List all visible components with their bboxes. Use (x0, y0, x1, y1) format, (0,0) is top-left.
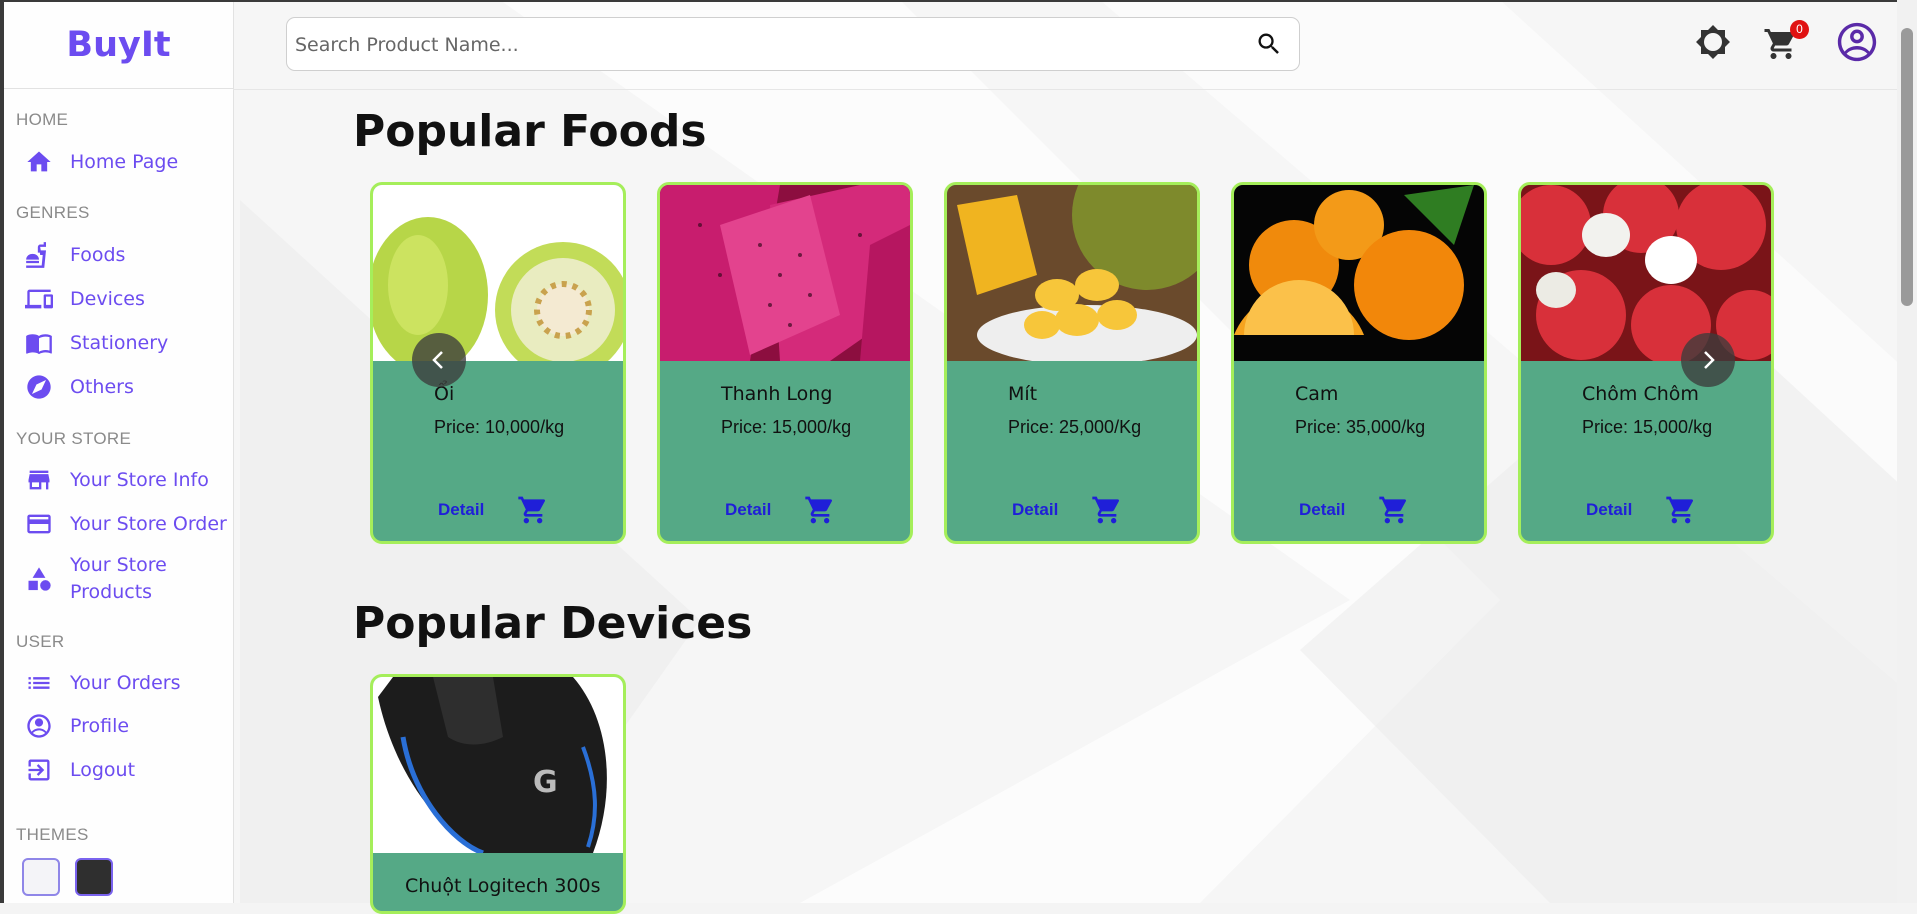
sidebar-item-logout[interactable]: Logout (24, 755, 135, 785)
theme-swatch-dark[interactable] (75, 858, 113, 896)
window-frame-left (0, 0, 4, 903)
search-bar (286, 17, 1300, 71)
vertical-scrollbar[interactable] (1897, 0, 1917, 903)
product-card[interactable]: Thanh Long Price: 15,000/kg Detail (657, 182, 913, 544)
sidebar-item-label: Others (70, 375, 134, 398)
product-price: Price: 15,000/kg (721, 417, 852, 437)
sidebar-item-devices[interactable]: Devices (24, 284, 145, 314)
sidebar: BuyIt HOME Home Page GENRES Foods Device… (4, 2, 234, 903)
section-title-home: HOME (16, 110, 69, 129)
add-to-cart-icon[interactable] (804, 494, 836, 526)
chevron-right-icon (1704, 351, 1715, 369)
sidebar-item-label: Your Orders (70, 671, 181, 694)
section-title-popular-foods: Popular Foods (353, 106, 707, 157)
detail-link[interactable]: Detail (725, 500, 771, 520)
product-price: Price: 25,000/Kg (1008, 417, 1142, 437)
sidebar-item-label: Your Store Order (70, 512, 227, 535)
sidebar-item-label: Logout (70, 758, 136, 781)
product-card[interactable]: Cam Price: 35,000/kg Detail (1231, 182, 1487, 544)
sidebar-item-stationery[interactable]: Stationery (24, 328, 168, 358)
sidebar-item-label: Devices (70, 287, 145, 310)
account-circle-icon[interactable] (1834, 19, 1880, 65)
logout-icon (24, 755, 54, 785)
product-name: Mít (1008, 383, 1038, 405)
search-icon[interactable] (1255, 30, 1283, 58)
cart-count-badge: 0 (1790, 20, 1809, 39)
sidebar-item-home-page[interactable]: Home Page (24, 147, 178, 177)
product-image-rambutan[interactable] (1521, 185, 1771, 361)
section-title-genres: GENRES (16, 203, 90, 222)
product-image-mouse[interactable]: G (373, 677, 623, 853)
detail-link[interactable]: Detail (1299, 500, 1345, 520)
product-price: Price: 35,000/kg (1295, 417, 1426, 437)
section-title-user: USER (16, 632, 65, 651)
section-title-themes: THEMES (16, 825, 89, 844)
credit-card-icon (24, 509, 54, 539)
sidebar-item-your-store-order[interactable]: Your Store Order (24, 509, 227, 539)
scrollbar-thumb[interactable] (1901, 28, 1913, 306)
sidebar-item-label: Your Store Info (70, 468, 209, 491)
product-card[interactable]: Chôm Chôm Price: 15,000/kg Detail (1518, 182, 1774, 544)
header-divider (233, 89, 1897, 90)
compass-icon (24, 372, 54, 402)
detail-link[interactable]: Detail (438, 500, 484, 520)
sidebar-item-label: Stationery (70, 331, 169, 354)
sidebar-item-your-store-info[interactable]: Your Store Info (24, 465, 209, 495)
product-price: Price: 15,000/kg (1582, 417, 1713, 437)
product-card[interactable]: Mít Price: 25,000/Kg Detail (944, 182, 1200, 544)
account-circle-icon (24, 711, 54, 741)
add-to-cart-icon[interactable] (517, 494, 549, 526)
svg-text:G: G (533, 765, 558, 800)
brightness-icon[interactable] (1695, 24, 1731, 60)
product-image-guava[interactable] (373, 185, 623, 361)
sidebar-item-profile[interactable]: Profile (24, 711, 129, 741)
window-frame-top (0, 0, 1917, 2)
search-input[interactable] (293, 28, 1237, 62)
product-name: Thanh Long (721, 383, 833, 405)
sidebar-item-others[interactable]: Others (24, 372, 134, 402)
detail-link[interactable]: Detail (1012, 500, 1058, 520)
devices-icon (24, 284, 54, 314)
chevron-left-icon (432, 351, 443, 369)
product-name: Chuột Logitech 300s (405, 875, 601, 897)
add-to-cart-icon[interactable] (1378, 494, 1410, 526)
section-title-your-store: YOUR STORE (16, 429, 132, 448)
home-icon (24, 147, 54, 177)
detail-link[interactable]: Detail (1586, 500, 1632, 520)
sidebar-item-label: Home Page (70, 150, 179, 173)
add-to-cart-icon[interactable] (1091, 494, 1123, 526)
product-image-orange[interactable] (1234, 185, 1484, 361)
list-icon (24, 668, 54, 698)
sidebar-item-label: Profile (70, 714, 130, 737)
store-icon (24, 465, 54, 495)
section-title-popular-devices: Popular Devices (353, 598, 753, 649)
product-price: Price: 10,000/kg (434, 417, 565, 437)
sidebar-item-label: Foods (70, 243, 126, 266)
carousel-next-button[interactable] (1681, 333, 1735, 387)
product-card[interactable]: Ổi Price: 10,000/kg Detail (370, 182, 626, 544)
add-to-cart-icon[interactable] (1665, 494, 1697, 526)
theme-swatch-light[interactable] (22, 858, 60, 896)
sidebar-item-your-store-products[interactable]: Your Store Products (24, 552, 190, 606)
book-icon (24, 328, 54, 358)
sidebar-item-foods[interactable]: Foods (24, 240, 125, 270)
product-card[interactable]: G Chuột Logitech 300s (370, 674, 626, 914)
fastfood-icon (24, 240, 54, 270)
sidebar-item-label: Your Store Products (70, 554, 167, 603)
product-image-dragon-fruit[interactable] (660, 185, 910, 361)
product-image-jackfruit[interactable] (947, 185, 1197, 361)
product-name: Chôm Chôm (1582, 383, 1699, 405)
sidebar-item-your-orders[interactable]: Your Orders (24, 668, 181, 698)
product-name: Cam (1295, 383, 1339, 405)
app-logo[interactable]: BuyIt (4, 2, 233, 89)
carousel-prev-button[interactable] (412, 333, 466, 387)
shapes-icon (24, 564, 54, 594)
